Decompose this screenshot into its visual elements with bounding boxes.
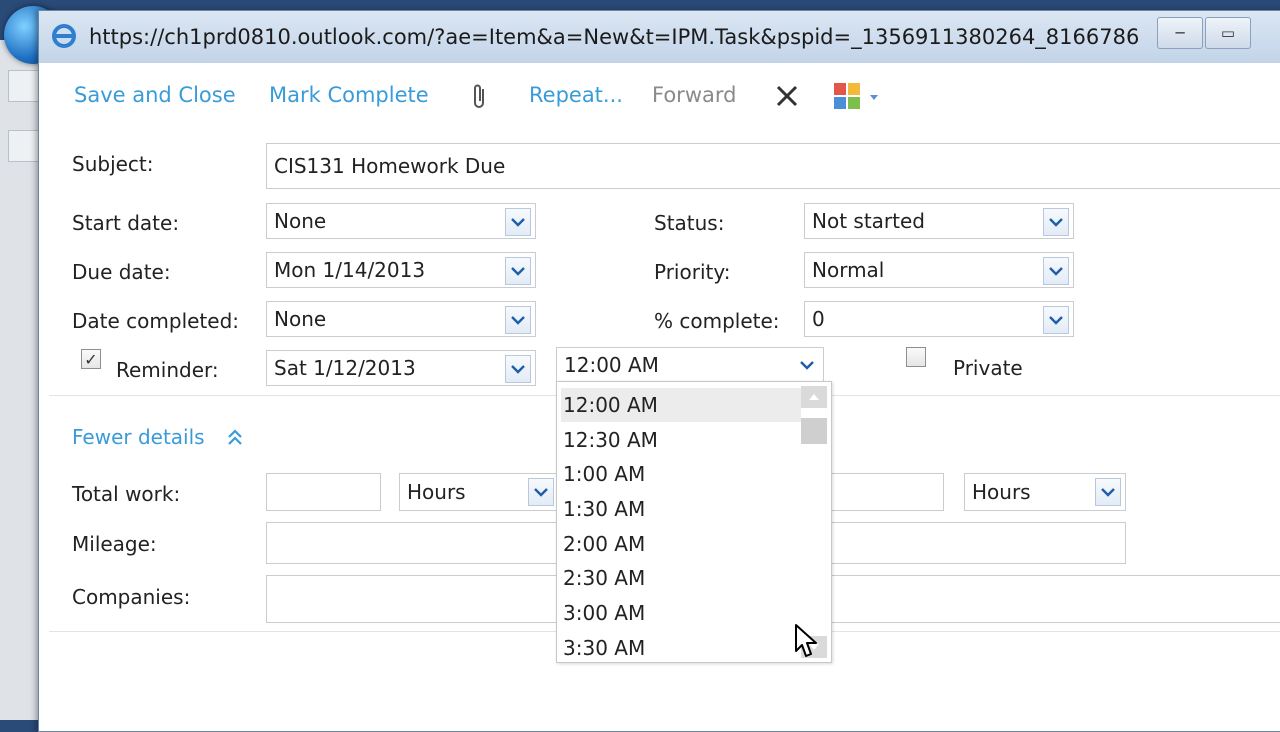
chevron-down-icon[interactable] bbox=[505, 208, 531, 236]
chevron-down-icon[interactable] bbox=[1043, 208, 1069, 236]
time-option[interactable]: 2:30 AM bbox=[561, 561, 801, 595]
mileage-label: Mileage: bbox=[72, 532, 157, 556]
start-date-label: Start date: bbox=[72, 211, 180, 235]
subject-input[interactable]: CIS131 Homework Due bbox=[266, 143, 1280, 189]
chevron-down-icon[interactable] bbox=[505, 257, 531, 285]
chevron-down-icon[interactable] bbox=[795, 352, 819, 378]
checkmark-icon: ✓ bbox=[84, 349, 98, 369]
due-date-value: Mon 1/14/2013 bbox=[274, 258, 426, 282]
actual-work-input[interactable] bbox=[819, 473, 944, 511]
due-date-select[interactable]: Mon 1/14/2013 bbox=[266, 252, 536, 288]
priority-label: Priority: bbox=[654, 260, 731, 284]
percent-complete-label: % complete: bbox=[654, 309, 780, 333]
total-work-label: Total work: bbox=[72, 482, 181, 506]
time-option[interactable]: 3:30 AM bbox=[561, 631, 801, 665]
reminder-date-value: Sat 1/12/2013 bbox=[274, 356, 416, 380]
background-panel bbox=[8, 130, 40, 162]
reminder-checkbox[interactable]: ✓ bbox=[81, 349, 101, 369]
title-bar[interactable]: https://ch1prd0810.outlook.com/?ae=Item&… bbox=[39, 11, 1280, 64]
chevron-down-icon[interactable] bbox=[528, 478, 554, 506]
chevron-down-icon[interactable] bbox=[1095, 478, 1121, 506]
date-completed-select[interactable]: None bbox=[266, 301, 536, 337]
reminder-time-value: 12:00 AM bbox=[564, 353, 659, 377]
fewer-details-link[interactable]: Fewer details bbox=[72, 425, 205, 449]
status-select[interactable]: Not started bbox=[804, 203, 1074, 239]
percent-complete-select[interactable]: 0 bbox=[804, 301, 1074, 337]
actual-work-unit-select[interactable]: Hours bbox=[964, 473, 1126, 511]
total-work-input[interactable] bbox=[266, 473, 381, 511]
scroll-up-icon[interactable] bbox=[801, 386, 827, 408]
mark-complete-button[interactable]: Mark Complete bbox=[269, 83, 429, 107]
chevron-down-icon[interactable] bbox=[1043, 257, 1069, 285]
date-completed-label: Date completed: bbox=[72, 309, 240, 333]
ie-page-icon bbox=[52, 24, 76, 48]
percent-complete-value: 0 bbox=[812, 307, 825, 331]
chevron-down-icon[interactable] bbox=[505, 355, 531, 383]
paperclip-icon[interactable] bbox=[471, 83, 489, 111]
actual-work-unit-value: Hours bbox=[972, 480, 1031, 504]
time-option[interactable]: 12:30 AM bbox=[561, 423, 801, 457]
chevron-down-icon[interactable] bbox=[1043, 306, 1069, 334]
date-completed-value: None bbox=[274, 307, 327, 331]
time-option[interactable]: 12:00 AM bbox=[561, 388, 801, 422]
private-label: Private bbox=[953, 356, 1023, 380]
minimize-button[interactable]: ─ bbox=[1157, 17, 1203, 49]
background-panel bbox=[8, 70, 40, 102]
start-date-value: None bbox=[274, 209, 327, 233]
forward-button[interactable]: Forward bbox=[652, 83, 736, 107]
time-option[interactable]: 3:00 AM bbox=[561, 596, 801, 630]
reminder-time-select[interactable]: 12:00 AM bbox=[556, 347, 824, 383]
repeat-button[interactable]: Repeat... bbox=[529, 83, 623, 107]
task-form: Save and Close Mark Complete Repeat... F… bbox=[39, 63, 1280, 731]
priority-value: Normal bbox=[812, 258, 885, 282]
delete-x-icon[interactable] bbox=[775, 84, 799, 108]
task-window: https://ch1prd0810.outlook.com/?ae=Item&… bbox=[38, 10, 1280, 732]
categories-icon[interactable] bbox=[834, 83, 882, 111]
companies-label: Companies: bbox=[72, 585, 191, 609]
total-work-unit-select[interactable]: Hours bbox=[399, 473, 559, 511]
maximize-icon: ▭ bbox=[1220, 24, 1236, 42]
total-work-unit-value: Hours bbox=[407, 480, 466, 504]
status-label: Status: bbox=[654, 211, 725, 235]
private-checkbox[interactable] bbox=[906, 347, 926, 367]
save-and-close-button[interactable]: Save and Close bbox=[74, 83, 236, 107]
minimize-icon: ─ bbox=[1175, 24, 1185, 42]
subject-label: Subject: bbox=[72, 152, 154, 176]
time-dropdown-list[interactable]: 12:00 AM 12:30 AM 1:00 AM 1:30 AM 2:00 A… bbox=[556, 381, 832, 663]
status-value: Not started bbox=[812, 209, 925, 233]
mouse-cursor-icon bbox=[795, 624, 817, 657]
reminder-label: Reminder: bbox=[116, 358, 219, 382]
start-date-select[interactable]: None bbox=[266, 203, 536, 239]
reminder-date-select[interactable]: Sat 1/12/2013 bbox=[266, 350, 536, 386]
time-option[interactable]: 1:00 AM bbox=[561, 457, 801, 491]
maximize-button[interactable]: ▭ bbox=[1205, 17, 1251, 49]
chevron-down-icon[interactable] bbox=[505, 306, 531, 334]
dropdown-scrollbar[interactable] bbox=[801, 386, 827, 658]
double-chevron-up-icon[interactable] bbox=[227, 428, 243, 446]
window-title: https://ch1prd0810.outlook.com/?ae=Item&… bbox=[89, 25, 1139, 49]
time-option[interactable]: 2:00 AM bbox=[561, 527, 801, 561]
time-option[interactable]: 1:30 AM bbox=[561, 492, 801, 526]
due-date-label: Due date: bbox=[72, 260, 171, 284]
priority-select[interactable]: Normal bbox=[804, 252, 1074, 288]
scroll-thumb[interactable] bbox=[801, 418, 827, 444]
